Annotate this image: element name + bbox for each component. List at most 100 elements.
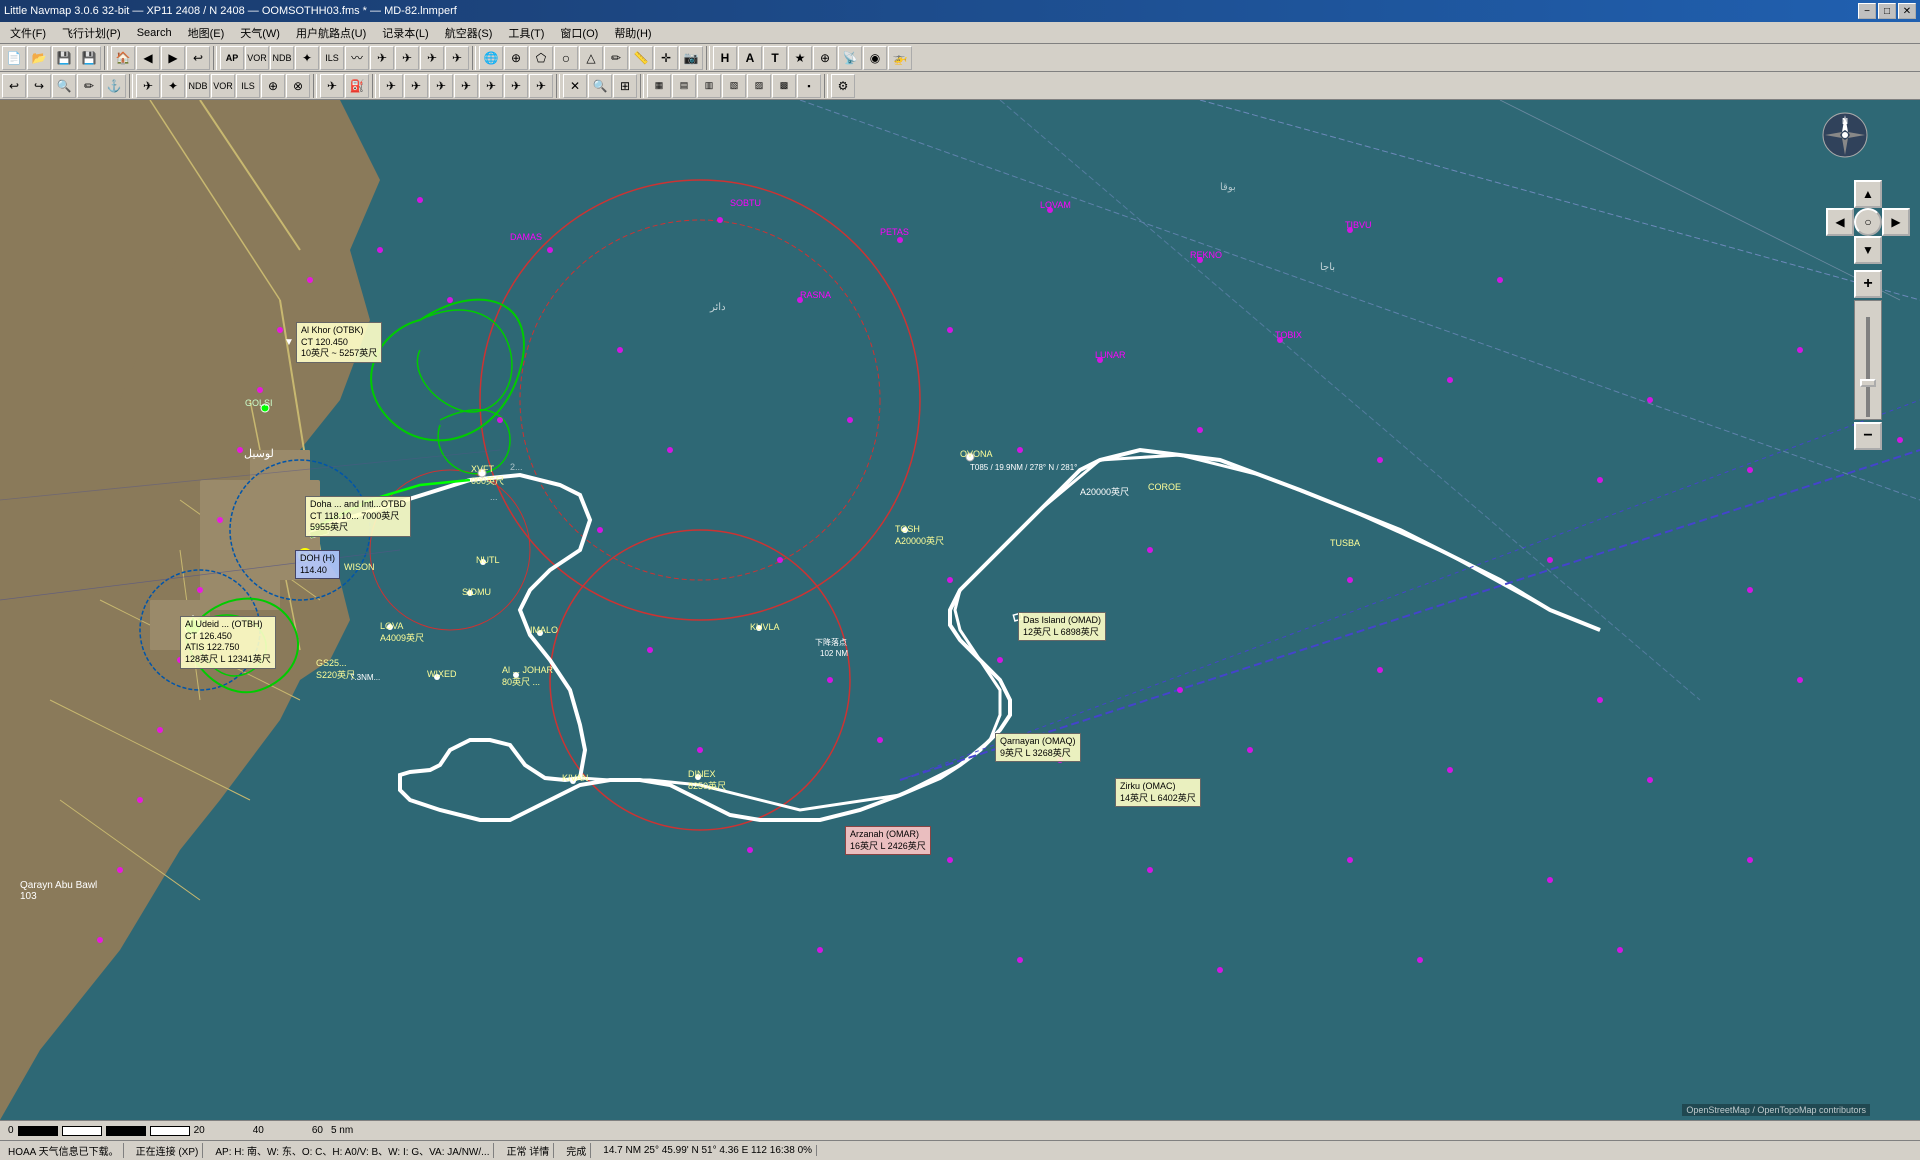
tb-ils[interactable]: ILS bbox=[320, 46, 344, 70]
tb2-plane[interactable]: ✈ bbox=[320, 74, 344, 98]
tb2-zoom-sel[interactable]: 🔍 bbox=[52, 74, 76, 98]
tb-ruler[interactable]: 📏 bbox=[629, 46, 653, 70]
zoom-out-button[interactable]: − bbox=[1854, 422, 1882, 450]
tb2-chart5[interactable]: ▨ bbox=[747, 74, 771, 98]
tb-plane4[interactable]: ✈ bbox=[445, 46, 469, 70]
tb-star[interactable]: ★ bbox=[788, 46, 812, 70]
maximize-button[interactable]: □ bbox=[1878, 3, 1896, 19]
zoom-slider-thumb[interactable] bbox=[1860, 379, 1876, 387]
tb2-ap2[interactable]: ✈ bbox=[136, 74, 160, 98]
svg-text:N: N bbox=[1842, 117, 1848, 126]
tb2-chart6[interactable]: ▩ bbox=[772, 74, 796, 98]
menu-tools[interactable]: 工具(T) bbox=[500, 23, 552, 43]
tb-saveas[interactable]: 💾 bbox=[77, 46, 101, 70]
tb2-wp2[interactable]: ✦ bbox=[161, 74, 185, 98]
menu-userpoints[interactable]: 用户航路点(U) bbox=[288, 23, 374, 43]
svg-text:PETAS: PETAS bbox=[880, 227, 909, 237]
scale-label-2: 40 bbox=[253, 1125, 264, 1136]
sep3 bbox=[472, 46, 476, 70]
tb-A[interactable]: A bbox=[738, 46, 762, 70]
tb-new[interactable]: 📄 bbox=[2, 46, 26, 70]
tb-circle[interactable]: ○ bbox=[554, 46, 578, 70]
tb-airways[interactable]: 〰 bbox=[345, 46, 369, 70]
tb2-ap7[interactable]: ✈ bbox=[479, 74, 503, 98]
tb-pencil[interactable]: ✏ bbox=[604, 46, 628, 70]
tb2-settings[interactable]: ⚙ bbox=[831, 74, 855, 98]
tb2-chart4[interactable]: ▧ bbox=[722, 74, 746, 98]
tb-triangle[interactable]: △ bbox=[579, 46, 603, 70]
menu-aircraft[interactable]: 航空器(S) bbox=[437, 23, 501, 43]
menu-file[interactable]: 文件(F) bbox=[2, 23, 54, 43]
tb2-undo[interactable]: ↩ bbox=[2, 74, 26, 98]
menu-flight[interactable]: 飞行计划(P) bbox=[54, 23, 129, 43]
menu-help[interactable]: 帮助(H) bbox=[606, 23, 659, 43]
tb2-chart1[interactable]: ▦ bbox=[647, 74, 671, 98]
tb2-chart3[interactable]: ▥ bbox=[697, 74, 721, 98]
tb2-edit[interactable]: ✏ bbox=[77, 74, 101, 98]
tb-pentagon[interactable]: ⬠ bbox=[529, 46, 553, 70]
tb-ap[interactable]: AP bbox=[220, 46, 244, 70]
tb2-zsel[interactable]: ⊞ bbox=[613, 74, 637, 98]
minimize-button[interactable]: − bbox=[1858, 3, 1876, 19]
tb-heli[interactable]: 🚁 bbox=[888, 46, 912, 70]
tb-H[interactable]: H bbox=[713, 46, 737, 70]
tb2-ils2[interactable]: ILS bbox=[236, 74, 260, 98]
sep4 bbox=[706, 46, 710, 70]
tb-globe[interactable]: 🌐 bbox=[479, 46, 503, 70]
tb-forward[interactable]: ▶ bbox=[161, 46, 185, 70]
tb2-hold[interactable]: ⊗ bbox=[286, 74, 310, 98]
menu-logbook[interactable]: 记录本(L) bbox=[374, 23, 436, 43]
tb-undo2[interactable]: ↩ bbox=[186, 46, 210, 70]
tb-open[interactable]: 📂 bbox=[27, 46, 51, 70]
tb-layer[interactable]: ⊕ bbox=[504, 46, 528, 70]
zoom-slider[interactable] bbox=[1854, 300, 1882, 420]
menu-window[interactable]: 窗口(O) bbox=[552, 23, 606, 43]
zoom-in-button[interactable]: + bbox=[1854, 270, 1882, 298]
tb-save[interactable]: 💾 bbox=[52, 46, 76, 70]
menu-weather[interactable]: 天气(W) bbox=[232, 23, 288, 43]
tb-camera[interactable]: 📷 bbox=[679, 46, 703, 70]
tb2-vor2[interactable]: VOR bbox=[211, 74, 235, 98]
nav-left-button[interactable]: ◀ bbox=[1826, 208, 1854, 236]
svg-text:TIBVU: TIBVU bbox=[1345, 220, 1372, 230]
tb2-route[interactable]: ⚓ bbox=[102, 74, 126, 98]
tb-antenna[interactable]: 📡 bbox=[838, 46, 862, 70]
tb2-chart2[interactable]: ▤ bbox=[672, 74, 696, 98]
tb-plane3[interactable]: ✈ bbox=[420, 46, 444, 70]
tb2-cancel[interactable]: ✕ bbox=[563, 74, 587, 98]
tb2-search2[interactable]: 🔍 bbox=[588, 74, 612, 98]
tb-back[interactable]: ◀ bbox=[136, 46, 160, 70]
nav-center-button[interactable]: ○ bbox=[1854, 208, 1882, 236]
svg-text:DAMAS: DAMAS bbox=[510, 232, 542, 242]
tb-compass2[interactable]: ⊕ bbox=[813, 46, 837, 70]
tb2-redo[interactable]: ↪ bbox=[27, 74, 51, 98]
tb2-ap8[interactable]: ✈ bbox=[504, 74, 528, 98]
tb-sphere[interactable]: ◉ bbox=[863, 46, 887, 70]
tb2-ap4[interactable]: ✈ bbox=[404, 74, 428, 98]
nav-up-button[interactable]: ▲ bbox=[1854, 180, 1882, 208]
tb-plane2[interactable]: ✈ bbox=[395, 46, 419, 70]
tb2-ap6[interactable]: ✈ bbox=[454, 74, 478, 98]
tb2-ap5[interactable]: ✈ bbox=[429, 74, 453, 98]
statusbar: HOAA 天气信息已下载。 正在连接 (XP) AP: H: 南、W: 东、O:… bbox=[0, 1140, 1920, 1160]
nav-right-button[interactable]: ▶ bbox=[1882, 208, 1910, 236]
tb2-fix[interactable]: ⊕ bbox=[261, 74, 285, 98]
tb-ndb[interactable]: NDB bbox=[270, 46, 294, 70]
tb-vor[interactable]: VOR bbox=[245, 46, 269, 70]
tb-plane1[interactable]: ✈ bbox=[370, 46, 394, 70]
tb2-ndb2[interactable]: NDB bbox=[186, 74, 210, 98]
tb2-ap9[interactable]: ✈ bbox=[529, 74, 553, 98]
tb-cross[interactable]: ✛ bbox=[654, 46, 678, 70]
map-container[interactable]: SOBTU DAMAS PETAS LOVAM REKNO TIBVU RASN… bbox=[0, 100, 1920, 1120]
tb-T[interactable]: T bbox=[763, 46, 787, 70]
tb2-fuel[interactable]: ⛽ bbox=[345, 74, 369, 98]
menu-map[interactable]: 地图(E) bbox=[180, 23, 233, 43]
tb2-chart7[interactable]: ▪ bbox=[797, 74, 821, 98]
menu-search[interactable]: Search bbox=[129, 25, 180, 41]
tb-wp[interactable]: ✦ bbox=[295, 46, 319, 70]
tb-home[interactable]: 🏠 bbox=[111, 46, 135, 70]
tb2-ap3[interactable]: ✈ bbox=[379, 74, 403, 98]
sep1 bbox=[104, 46, 108, 70]
close-button[interactable]: ✕ bbox=[1898, 3, 1916, 19]
nav-down-button[interactable]: ▼ bbox=[1854, 236, 1882, 264]
